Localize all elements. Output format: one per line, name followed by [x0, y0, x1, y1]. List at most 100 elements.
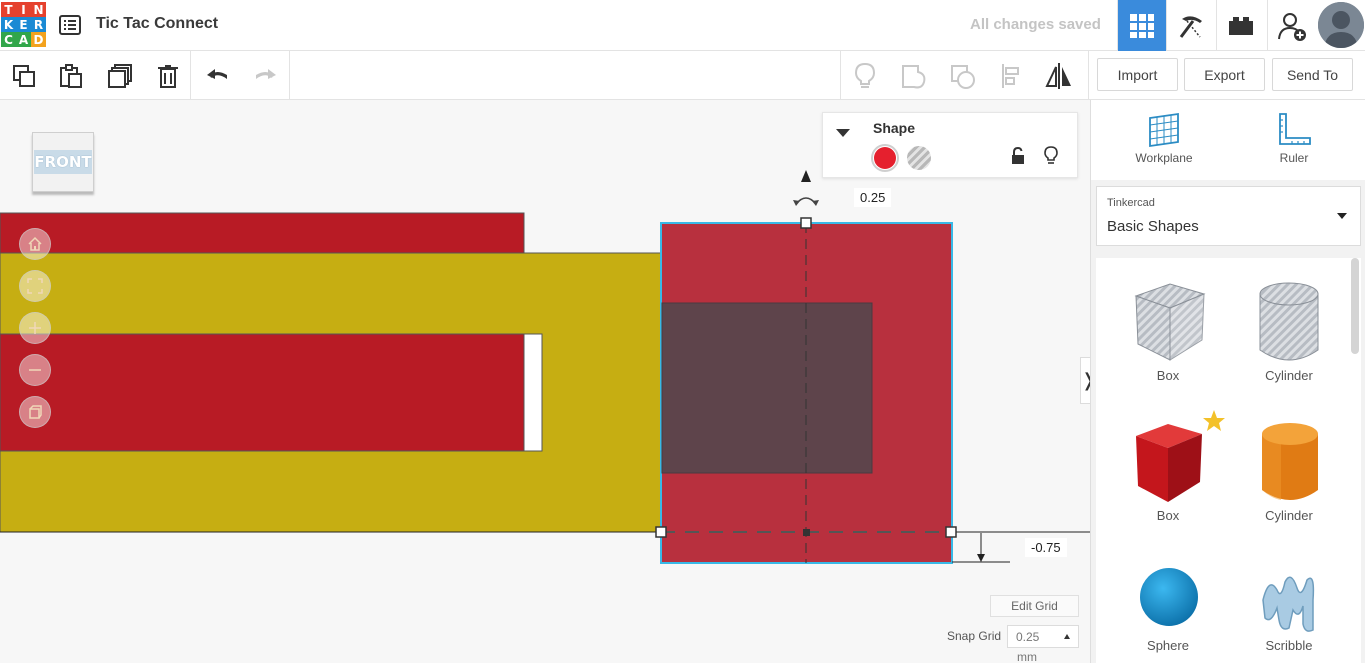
duplicate-icon: [108, 64, 132, 88]
snap-grid-value: 0.25: [1016, 630, 1040, 644]
lift-arrow-icon[interactable]: [801, 170, 811, 182]
lock-icon[interactable]: [1010, 147, 1026, 165]
save-status: All changes saved: [970, 16, 1101, 33]
snap-grid-select[interactable]: 0.25: [1007, 625, 1079, 648]
undo-button[interactable]: [203, 61, 233, 91]
design-title[interactable]: Tic Tac Connect: [96, 15, 218, 33]
export-button[interactable]: Export: [1184, 58, 1265, 91]
zoom-in-button[interactable]: [19, 312, 51, 344]
shape-label: Cylinder: [1265, 508, 1313, 523]
mirror-button[interactable]: [1044, 61, 1074, 91]
snap-grid-unit: mm: [1017, 650, 1037, 663]
shape-tile-cylinder[interactable]: Cylinder: [1229, 408, 1349, 538]
grid-view-icon: [1130, 13, 1154, 38]
view-cube-label: FRONT: [34, 150, 92, 174]
minecraft-view-button[interactable]: [1166, 0, 1215, 51]
shape-tile-cylinder-hole[interactable]: Cylinder: [1229, 268, 1349, 398]
logo-letter: R: [31, 17, 46, 32]
ruler-label: Ruler: [1279, 151, 1309, 165]
chevron-down-icon: [1337, 213, 1347, 219]
delete-icon: [158, 65, 178, 88]
shape-tile-box[interactable]: Box: [1108, 408, 1228, 538]
group-button[interactable]: [899, 61, 929, 91]
delete-button[interactable]: [153, 61, 183, 91]
invite-user-button[interactable]: [1267, 0, 1316, 51]
shape-grid: Box Cylinder Box Cylinder Sphere Scribbl…: [1096, 258, 1361, 663]
align-button[interactable]: [997, 61, 1027, 91]
user-avatar[interactable]: [1318, 2, 1364, 48]
bricks-icon: [1229, 16, 1253, 35]
logo-letter: D: [31, 32, 46, 47]
scene-view[interactable]: [0, 100, 1090, 663]
logo-letter: I: [16, 2, 31, 17]
workplane-label: Workplane: [1135, 151, 1193, 165]
shape-label: Scribble: [1265, 638, 1313, 653]
import-button[interactable]: Import: [1097, 58, 1178, 91]
logo-letter: E: [16, 17, 31, 32]
notes-button[interactable]: [850, 61, 880, 91]
shape-tile-sphere[interactable]: Sphere: [1108, 548, 1228, 663]
logo-letter: T: [1, 2, 16, 17]
height-dimension-label[interactable]: 0.25: [854, 188, 892, 207]
home-icon: [28, 236, 42, 251]
solid-color-button[interactable]: [871, 144, 899, 172]
align-icon: [1002, 64, 1019, 88]
duplicate-button[interactable]: [105, 61, 135, 91]
solid-color-swatch: [874, 147, 896, 169]
shape-tile-scribble[interactable]: Scribble: [1229, 548, 1349, 663]
shape-label: Cylinder: [1265, 368, 1313, 383]
paste-icon: [60, 64, 82, 88]
view-cube[interactable]: FRONT: [32, 132, 94, 198]
toolbar-divider: [190, 51, 191, 99]
shapes-scrollbar[interactable]: [1351, 258, 1359, 354]
library-name: Basic Shapes: [1107, 218, 1199, 235]
toolbar-divider: [1088, 51, 1089, 99]
send-to-button[interactable]: Send To: [1272, 58, 1353, 91]
edit-toolbar: Import Export Send To: [0, 51, 1365, 100]
workplane-canvas[interactable]: FRONT Shape 0.25 -0.75 Edit Grid Snap Gr…: [0, 100, 1090, 663]
resize-handle-top[interactable]: [800, 217, 812, 229]
collapse-panel-icon[interactable]: [836, 129, 850, 137]
fit-icon: [27, 278, 43, 294]
home-view-button[interactable]: [19, 228, 51, 260]
ruler-tool[interactable]: Ruler: [1234, 112, 1354, 165]
shape-library-select[interactable]: Tinkercad Basic Shapes: [1096, 186, 1361, 246]
paste-button[interactable]: [56, 61, 86, 91]
resize-handle-bottom-center[interactable]: [803, 529, 810, 536]
resize-handle-bottom-left[interactable]: [655, 526, 667, 538]
toolbar-divider: [289, 51, 290, 99]
cylinder-icon: [1262, 423, 1318, 500]
view-cube-front-face[interactable]: FRONT: [32, 132, 94, 192]
box-icon: [1136, 410, 1225, 502]
inner-dark-shape[interactable]: [661, 302, 873, 474]
edit-grid-button[interactable]: Edit Grid: [990, 595, 1079, 617]
fit-view-button[interactable]: [19, 270, 51, 302]
redo-icon: [256, 69, 276, 79]
light-bulb-icon[interactable]: [1043, 146, 1059, 166]
ungroup-button[interactable]: [948, 61, 978, 91]
logo-letter: A: [16, 32, 31, 47]
scribble-icon: [1262, 576, 1315, 632]
shape-tile-box-hole[interactable]: Box: [1108, 268, 1228, 398]
zoom-out-icon: [29, 369, 41, 371]
workplane-tool[interactable]: Workplane: [1104, 112, 1224, 165]
tinkercad-logo[interactable]: T I N K E R C A D: [1, 2, 46, 48]
zoom-out-button[interactable]: [19, 354, 51, 386]
sphere-icon: [1140, 568, 1198, 626]
logo-letter: N: [31, 2, 46, 17]
redo-button[interactable]: [250, 61, 280, 91]
red-bar-top[interactable]: [0, 212, 525, 254]
elevation-dimension-label[interactable]: -0.75: [1025, 538, 1067, 557]
red-bar-middle[interactable]: [0, 333, 525, 452]
box-hole-icon: [1134, 283, 1206, 361]
resize-handle-bottom-right[interactable]: [945, 526, 957, 538]
perspective-toggle-button[interactable]: [19, 396, 51, 428]
design-list-icon[interactable]: [58, 13, 82, 37]
shape-label: Sphere: [1147, 638, 1189, 653]
bricks-view-button[interactable]: [1216, 0, 1265, 51]
copy-button[interactable]: [9, 61, 39, 91]
3d-design-view-button[interactable]: [1117, 0, 1166, 51]
star-icon: [1203, 410, 1225, 431]
hole-option-button[interactable]: [907, 146, 931, 170]
white-slot[interactable]: [523, 333, 543, 452]
